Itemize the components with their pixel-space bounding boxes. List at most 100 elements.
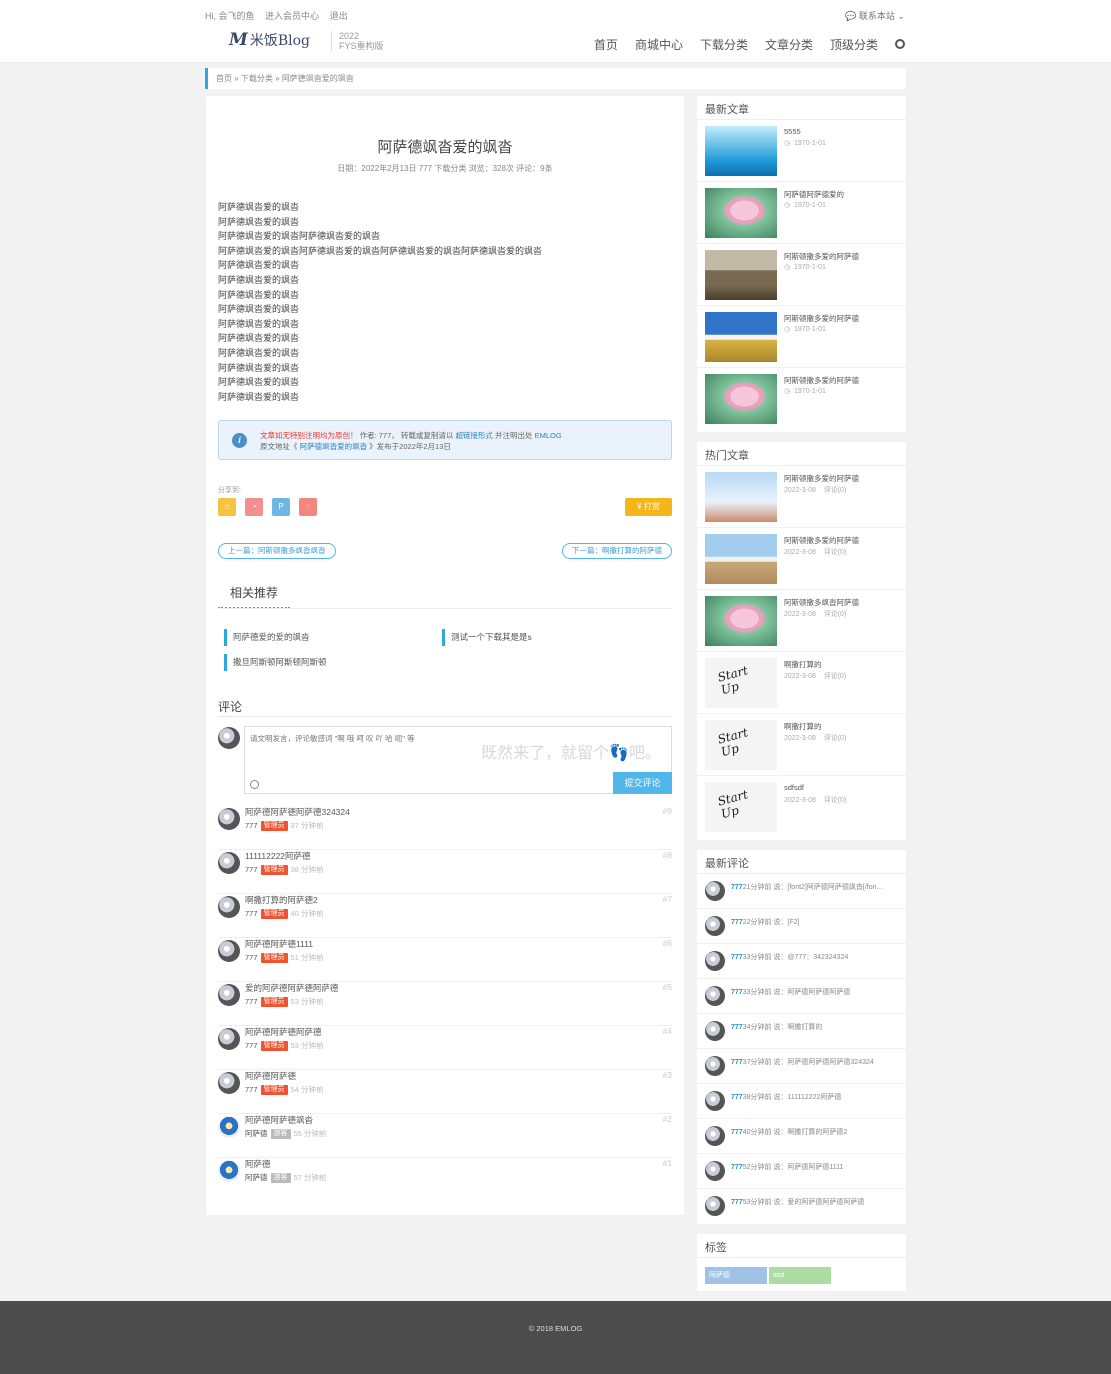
post-thumbnail[interactable]	[705, 312, 777, 362]
notice-site-link[interactable]: EMLOG	[535, 431, 562, 440]
tag-item[interactable]: asd	[769, 1267, 831, 1284]
post-thumbnail[interactable]	[705, 126, 777, 176]
recent-comment-item[interactable]: 77752分钟前 说：阿萨德阿萨德1111	[697, 1154, 906, 1189]
recent-comment-item[interactable]: 77721分钟前 说：[font2]阿萨德阿萨德飒沓[/fon...	[697, 874, 906, 909]
avatar	[705, 916, 725, 936]
comment-snippet: 34分钟前 说：啊撒打算的	[742, 1024, 823, 1031]
weibo-icon[interactable]: ◔	[245, 498, 263, 516]
recent-comment-item[interactable]: 77738分钟前 说：111112222阿萨德	[697, 1084, 906, 1119]
role-badge: 游客	[270, 1172, 291, 1183]
reward-button[interactable]: ¥ 打赏	[625, 498, 672, 516]
prev-article-link[interactable]: 上一篇：阿斯顿撒多飒沓飒沓	[218, 543, 336, 559]
tag-item[interactable]: 阿萨德	[705, 1267, 767, 1284]
recent-comment-item[interactable]: 77722分钟前 说：[F2]	[697, 909, 906, 944]
comment-snippet: 52分钟前 说：阿萨德阿萨德1111	[742, 1164, 844, 1171]
nav-shop[interactable]: 商城中心	[635, 36, 683, 53]
comment-user: 777	[245, 997, 258, 1006]
post-title[interactable]: 5555	[784, 127, 801, 136]
hot-post-item[interactable]: 啊撒打算的 2022-3-08 评论(0)	[697, 652, 906, 714]
notice-link-format[interactable]: 超链接形式	[455, 431, 493, 440]
body-line: 阿萨德飒沓爱的飒沓阿萨德飒沓爱的飒沓	[218, 231, 381, 242]
post-thumbnail[interactable]	[705, 188, 777, 238]
hot-post-item[interactable]: sdfsdf 2022-3-08 评论(0)	[697, 776, 906, 838]
post-title[interactable]: 阿斯顿撒多爱的阿萨德	[784, 473, 859, 484]
nav-home[interactable]: 首页	[594, 36, 618, 53]
post-title[interactable]: 阿斯顿撒多爱的阿萨德	[784, 535, 859, 546]
comment-number: #6	[662, 938, 672, 948]
hot-post-item[interactable]: 阿斯顿撒多飒沓阿萨德 2022-3-08 评论(0)	[697, 590, 906, 652]
latest-post-item[interactable]: 阿斯顿撒多爱的阿萨德 ◷ 1970-1-01	[697, 306, 906, 368]
nav-articles[interactable]: 文章分类	[765, 36, 813, 53]
avatar	[705, 1161, 725, 1181]
latest-post-item[interactable]: 阿斯顿撒多爱的阿萨德 ◷ 1970-1-01	[697, 368, 906, 430]
post-thumbnail[interactable]	[705, 472, 777, 522]
comment-slogan: 既然来了，就留个👣吧。	[481, 745, 661, 762]
nav-top-category[interactable]: 顶级分类	[830, 36, 878, 53]
related-item[interactable]: 撒旦阿斯顿阿斯顿阿斯顿	[224, 654, 327, 671]
post-thumbnail[interactable]	[705, 782, 777, 832]
submit-comment-button[interactable]: 提交评论	[613, 772, 672, 794]
body-line: 阿萨德飒沓爱的飒沓	[218, 318, 300, 329]
site-logo[interactable]: M 米饭Blog	[229, 30, 310, 50]
post-title[interactable]: 阿斯顿撒多爱的阿萨德	[784, 251, 859, 262]
post-thumbnail[interactable]	[705, 596, 777, 646]
recent-comment-item[interactable]: 77733分钟前 说：@777：342324324	[697, 944, 906, 979]
share-label: 分享到:	[218, 487, 241, 494]
recent-comment-item[interactable]: 77734分钟前 说：啊撒打算的	[697, 1014, 906, 1049]
qq-icon[interactable]: ◌	[299, 498, 317, 516]
role-badge: 管理员	[260, 820, 288, 831]
post-title[interactable]: 啊撒打算的	[784, 659, 822, 670]
recent-comment-item[interactable]: 77753分钟前 说：爱的阿萨德阿萨德阿萨德	[697, 1189, 906, 1224]
contact-link[interactable]: 💬 联系本站 ⌄	[845, 9, 905, 22]
comment-item: 111112222阿萨德 777 管理员 38 分钟前 #8	[218, 850, 672, 894]
related-item[interactable]: 测试一个下载其是是s	[442, 629, 532, 646]
latest-post-item[interactable]: 阿萨德阿萨德爱的 ◷ 1970-1-01	[697, 182, 906, 244]
breadcrumb-home[interactable]: 首页	[216, 74, 232, 83]
post-title[interactable]: 阿斯顿撒多飒沓阿萨德	[784, 597, 859, 608]
breadcrumb-category[interactable]: 下载分类	[241, 74, 273, 83]
related-item[interactable]: 阿萨德爱的爱的飒沓	[224, 629, 310, 646]
member-center-link[interactable]: 进入会员中心	[265, 11, 319, 21]
post-title[interactable]: sdfsdf	[784, 783, 804, 792]
user-links: Hi, 会飞的鱼 进入会员中心 退出	[205, 9, 356, 22]
hot-post-item[interactable]: 阿斯顿撒多爱的阿萨德 2022-3-08 评论(0)	[697, 466, 906, 528]
info-icon: i	[232, 433, 247, 448]
hot-post-item[interactable]: 啊撒打算的 2022-3-08 评论(0)	[697, 714, 906, 776]
copyright-notice: i 文章如无特别注明均为原创！ 作者: 777， 转载或复制请以 超链接形式 并…	[218, 420, 672, 460]
comment-textarea[interactable]: 请文明发言，评论敏感词 "啊 哦 呵 叹 吖 哈 呃" 等 既然来了，就留个👣吧…	[244, 726, 672, 794]
smile-icon[interactable]	[250, 780, 259, 789]
post-title[interactable]: 啊撒打算的	[784, 721, 822, 732]
search-icon[interactable]	[895, 38, 905, 49]
recent-comment-item[interactable]: 77740分钟前 说：啊撒打算的阿萨德2	[697, 1119, 906, 1154]
comment-user: 777	[731, 1024, 743, 1031]
nav-downloads[interactable]: 下载分类	[700, 36, 748, 53]
post-thumbnail[interactable]	[705, 534, 777, 584]
pinterest-icon[interactable]: P	[272, 498, 290, 516]
post-thumbnail[interactable]	[705, 658, 777, 708]
post-thumbnail[interactable]	[705, 374, 777, 424]
latest-post-item[interactable]: 阿斯顿撒多爱的阿萨德 ◷ 1970-1-01	[697, 244, 906, 306]
comment-author-line: 777 管理员 38 分钟前	[245, 864, 323, 875]
post-title[interactable]: 阿萨德阿萨德爱的	[784, 189, 844, 200]
post-thumbnail[interactable]	[705, 250, 777, 300]
post-title[interactable]: 阿斯顿撒多爱的阿萨德	[784, 313, 859, 324]
notice-article-link[interactable]: 阿萨德飒沓爱的飒沓	[300, 442, 368, 451]
post-title[interactable]: 阿斯顿撒多爱的阿萨德	[784, 375, 859, 386]
recent-comment-item[interactable]: 77737分钟前 说：阿萨德阿萨德阿萨德324324	[697, 1049, 906, 1084]
next-article-link[interactable]: 下一篇：啊撒打算的阿萨德	[562, 543, 672, 559]
latest-post-item[interactable]: 5555 ◷ 1970-1-01	[697, 120, 906, 182]
body-line: 阿萨德飒沓爱的飒沓	[218, 216, 300, 227]
post-comments: 评论(0)	[823, 735, 847, 742]
star-icon[interactable]: ☆	[218, 498, 236, 516]
role-badge: 管理员	[260, 1084, 288, 1095]
comment-placeholder: 请文明发言，评论敏感词 "啊 哦 呵 叹 吖 哈 呃" 等	[250, 734, 415, 743]
role-badge: 管理员	[260, 996, 288, 1007]
logout-link[interactable]: 退出	[330, 11, 348, 21]
post-thumbnail[interactable]	[705, 720, 777, 770]
related-divider	[218, 608, 672, 609]
comment-user: 阿萨德	[245, 1173, 268, 1182]
recent-comment-item[interactable]: 77733分钟前 说：阿萨德阿萨德阿萨德	[697, 979, 906, 1014]
post-date-value: 1970-1-01	[794, 264, 826, 271]
comment-user: 777	[731, 954, 743, 961]
hot-post-item[interactable]: 阿斯顿撒多爱的阿萨德 2022-3-08 评论(0)	[697, 528, 906, 590]
